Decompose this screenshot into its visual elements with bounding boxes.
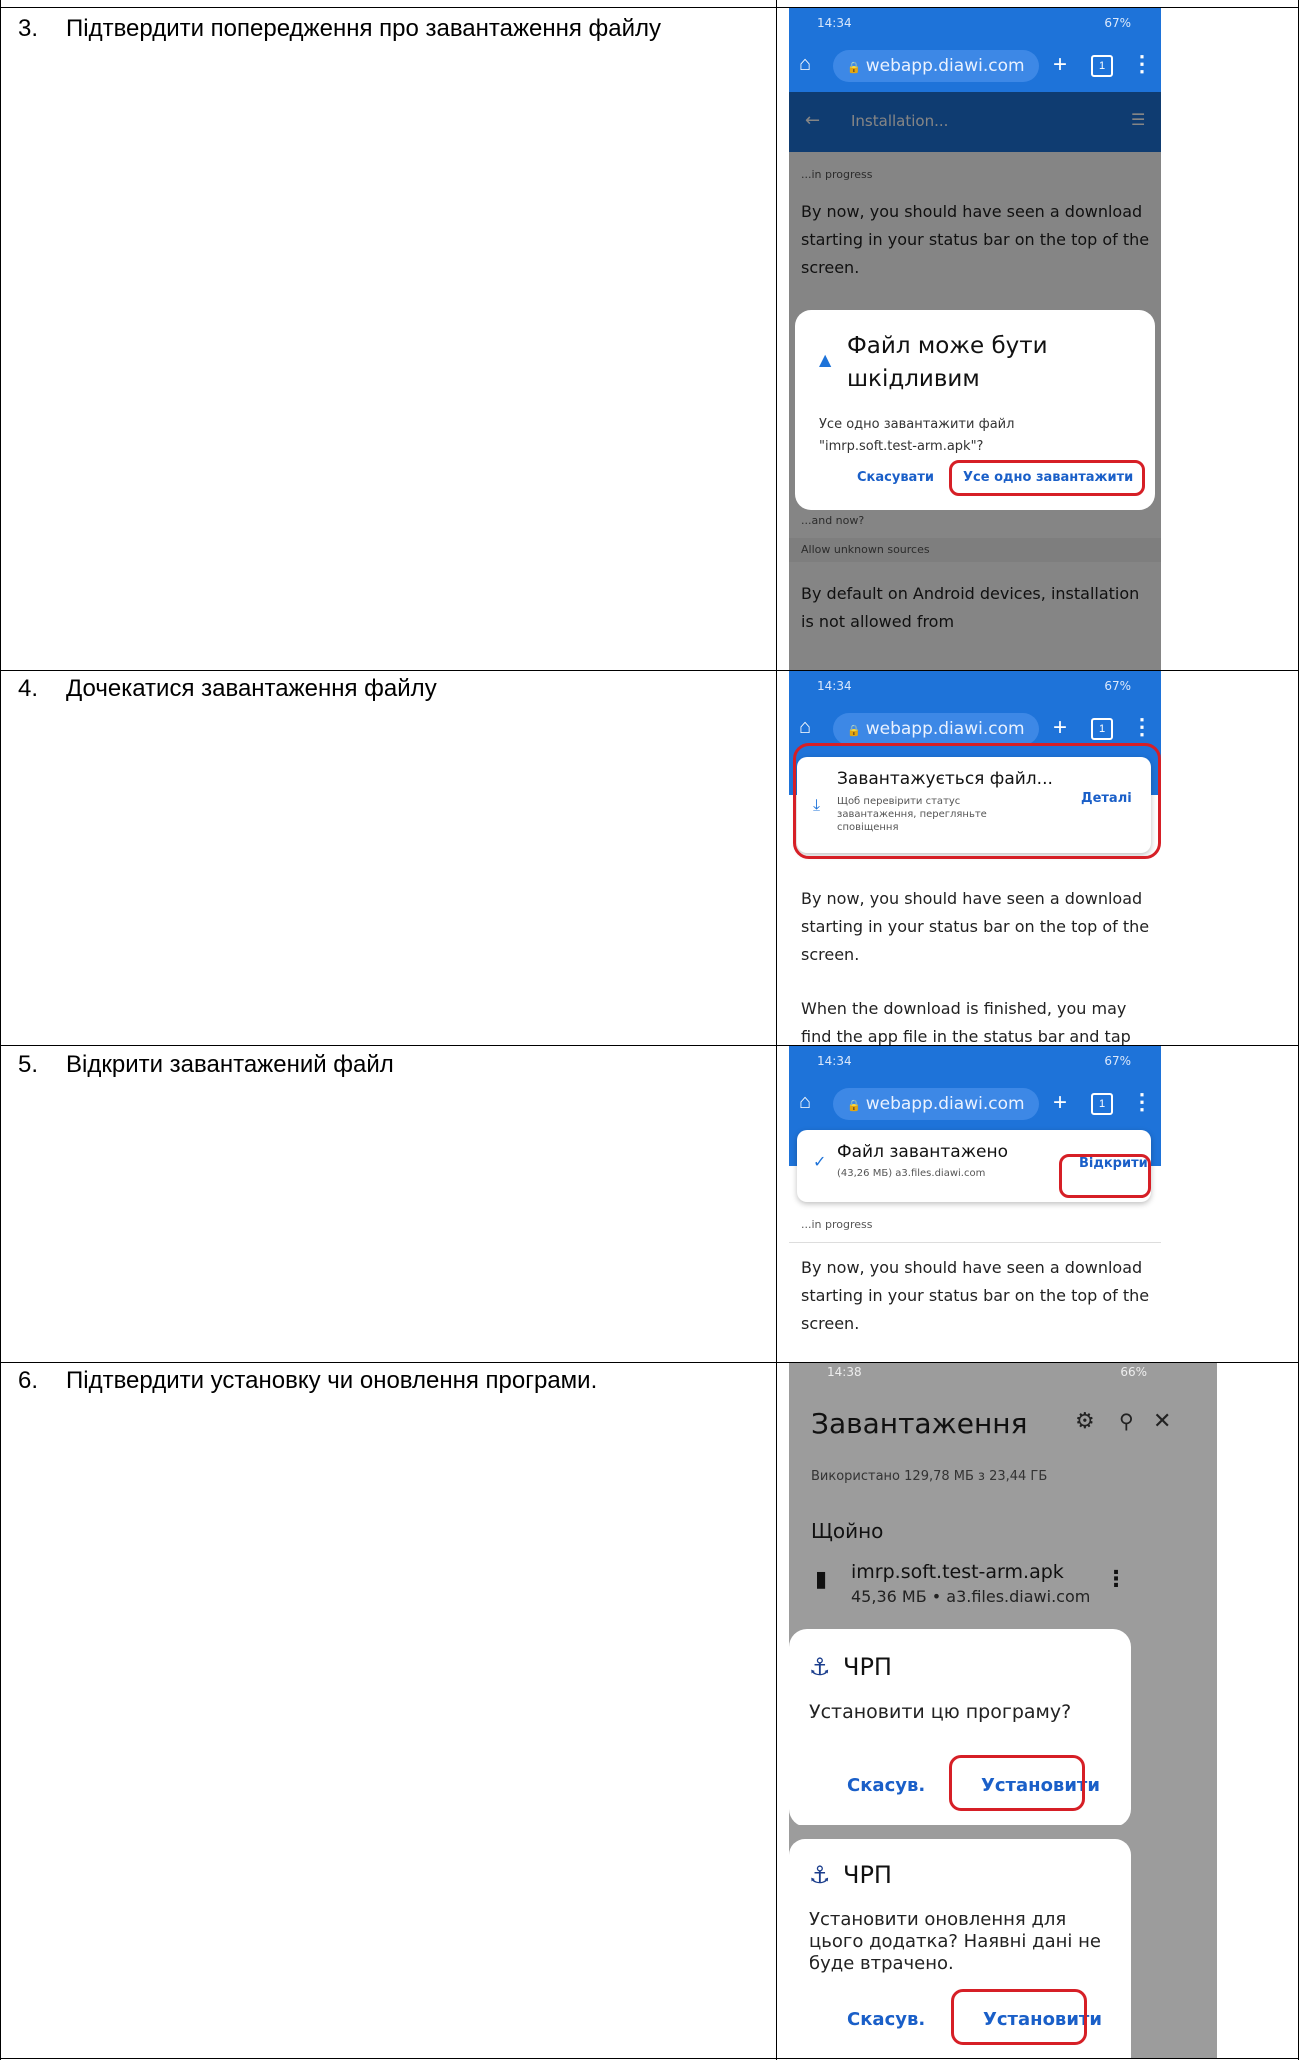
warning-icon: ▲ <box>819 350 832 369</box>
toast-message: (43,26 МБ) a3.files.diawi.com <box>837 1168 986 1179</box>
update-dialog: ⚓ ЧРП Установити оновлення для цього дод… <box>789 1839 1131 2058</box>
step-text: Підтвердити установку чи оновлення прогр… <box>66 1367 598 1394</box>
status-bar: 14:34 67% <box>789 8 1161 40</box>
file-icon: ▮ <box>815 1567 828 1592</box>
new-tab-icon[interactable]: + <box>1053 714 1067 742</box>
status-bar: 14:34 67% <box>789 1046 1161 1078</box>
update-question: Установити оновлення для цього додатка? … <box>809 1909 1101 1974</box>
step-number: 4. <box>18 675 39 702</box>
step-text: Дочекатися завантаження файлу <box>66 675 437 702</box>
status-bar: 14:34 67% <box>789 671 1161 703</box>
app-icon: ⚓ <box>809 1861 831 1889</box>
tab-switcher-icon[interactable]: 1 <box>1091 718 1113 740</box>
browser-toolbar: ⌂ 🔒 webapp.diawi.com + 1 ⋮ <box>789 1078 1161 1130</box>
divider <box>789 1242 1161 1243</box>
address-bar[interactable]: 🔒 webapp.diawi.com <box>833 713 1039 745</box>
table-border-left <box>0 0 1 2060</box>
status-battery: 67% <box>1104 679 1131 693</box>
status-battery: 67% <box>1104 1054 1131 1068</box>
toast-title: Файл завантажено <box>837 1142 1008 1162</box>
step-4-cell: 4. Дочекатися завантаження файлу <box>18 674 437 704</box>
screenshot-download-warning: 14:34 67% ⌂ 🔒 webapp.diawi.com + 1 ⋮ ← In… <box>789 8 1161 670</box>
file-name: imrp.soft.test-arm.apk <box>851 1561 1064 1583</box>
lock-icon: 🔒 <box>847 1099 861 1112</box>
more-options-icon[interactable]: ⋮ <box>1105 1567 1127 1592</box>
file-meta: 45,36 МБ • a3.files.diawi.com <box>851 1587 1091 1606</box>
step-3-cell: 3. Підтвердити попередження про завантаже… <box>18 14 661 44</box>
install-question: Установити цю програму? <box>809 1701 1072 1723</box>
lock-icon: 🔒 <box>847 724 861 737</box>
step-text: Підтвердити попередження про завантаженн… <box>66 15 662 42</box>
screenshot-install: 14:38 66% Завантаження ⚙ ⚲ ✕ Використано… <box>789 1363 1217 2058</box>
status-battery: 66% <box>1120 1365 1147 1379</box>
page-paragraph: When the download is finished, you may f… <box>801 999 1131 1045</box>
browser-toolbar: ⌂ 🔒 webapp.diawi.com + 1 ⋮ <box>789 40 1161 92</box>
url-text: webapp.diawi.com <box>865 719 1025 739</box>
new-tab-icon[interactable]: + <box>1053 1089 1067 1117</box>
status-time: 14:34 <box>817 679 852 693</box>
status-bar: 14:38 66% <box>789 1363 1217 1379</box>
gear-icon[interactable]: ⚙ <box>1075 1409 1095 1434</box>
status-time: 14:38 <box>827 1365 862 1379</box>
section-header: Щойно <box>811 1519 884 1543</box>
app-name: ЧРП <box>843 1861 892 1889</box>
cancel-button[interactable]: Скасув. <box>847 2009 925 2030</box>
downloads-title: Завантаження <box>811 1407 1028 1440</box>
dialog-message: Усе одно завантажити файл "imrp.soft.tes… <box>819 417 1015 454</box>
home-icon[interactable]: ⌂ <box>799 1091 825 1117</box>
address-bar[interactable]: 🔒 webapp.diawi.com <box>833 1088 1039 1120</box>
home-icon[interactable]: ⌂ <box>799 716 825 742</box>
highlight-frame <box>951 1989 1087 2045</box>
search-icon[interactable]: ⚲ <box>1119 1409 1134 1433</box>
download-done-icon: ✓ <box>813 1152 827 1171</box>
download-warning-dialog: ▲ Файл може бути шкідливим Усе одно зава… <box>795 310 1155 510</box>
more-menu-icon[interactable]: ⋮ <box>1131 1089 1153 1115</box>
section-label: ...in progress <box>801 1218 873 1231</box>
tab-switcher-icon[interactable]: 1 <box>1091 1093 1113 1115</box>
install-dialog: ⚓ ЧРП Установити цю програму? Скасув. Ус… <box>789 1629 1131 1827</box>
table-column-divider <box>776 0 777 2060</box>
cancel-button[interactable]: Скасув. <box>847 1775 925 1796</box>
status-time: 14:34 <box>817 16 852 30</box>
step-number: 6. <box>18 1367 39 1394</box>
storage-usage: Використано 129,78 МБ з 23,44 ГБ <box>811 1469 1048 1484</box>
more-menu-icon[interactable]: ⋮ <box>1131 51 1153 77</box>
page-paragraph: By now, you should have seen a download … <box>801 889 1150 964</box>
page-paragraph: By now, you should have seen a download … <box>801 1258 1150 1333</box>
screenshot-downloading: 14:34 67% ⌂ 🔒 webapp.diawi.com + 1 ⋮ ⤓ За… <box>789 671 1161 1045</box>
status-battery: 67% <box>1104 16 1131 30</box>
address-bar[interactable]: 🔒 webapp.diawi.com <box>833 50 1039 82</box>
app-icon: ⚓ <box>809 1653 831 1681</box>
status-time: 14:34 <box>817 1054 852 1068</box>
step-number: 3. <box>18 15 39 42</box>
screenshot-gap <box>789 1825 1217 1839</box>
tab-switcher-icon[interactable]: 1 <box>1091 55 1113 77</box>
new-tab-icon[interactable]: + <box>1053 51 1067 79</box>
home-icon[interactable]: ⌂ <box>799 53 825 79</box>
step-text: Відкрити завантажений файл <box>66 1051 394 1078</box>
instruction-table: 3. Підтвердити попередження про завантаже… <box>0 0 1299 2060</box>
highlight-frame <box>1059 1154 1151 1198</box>
close-icon[interactable]: ✕ <box>1153 1409 1171 1434</box>
app-name: ЧРП <box>843 1653 892 1681</box>
more-menu-icon[interactable]: ⋮ <box>1131 714 1153 740</box>
download-list-item[interactable]: ▮ imrp.soft.test-arm.apk 45,36 МБ • a3.f… <box>789 1553 1217 1613</box>
cancel-button[interactable]: Скасувати <box>857 470 934 485</box>
url-text: webapp.diawi.com <box>865 1094 1025 1114</box>
highlight-frame <box>949 1755 1085 1811</box>
highlight-frame <box>949 460 1145 496</box>
step-number: 5. <box>18 1051 39 1078</box>
table-border-bottom <box>0 2058 1299 2059</box>
highlight-frame <box>793 743 1161 859</box>
url-text: webapp.diawi.com <box>865 56 1025 76</box>
lock-icon: 🔒 <box>847 61 861 74</box>
screenshot-downloaded: 14:34 67% ⌂ 🔒 webapp.diawi.com + 1 ⋮ ✓ Фа… <box>789 1046 1161 1362</box>
step-5-cell: 5. Відкрити завантажений файл <box>18 1050 394 1080</box>
step-6-cell: 6. Підтвердити установку чи оновлення про… <box>18 1366 597 1396</box>
dialog-title: Файл може бути шкідливим <box>847 333 1048 392</box>
